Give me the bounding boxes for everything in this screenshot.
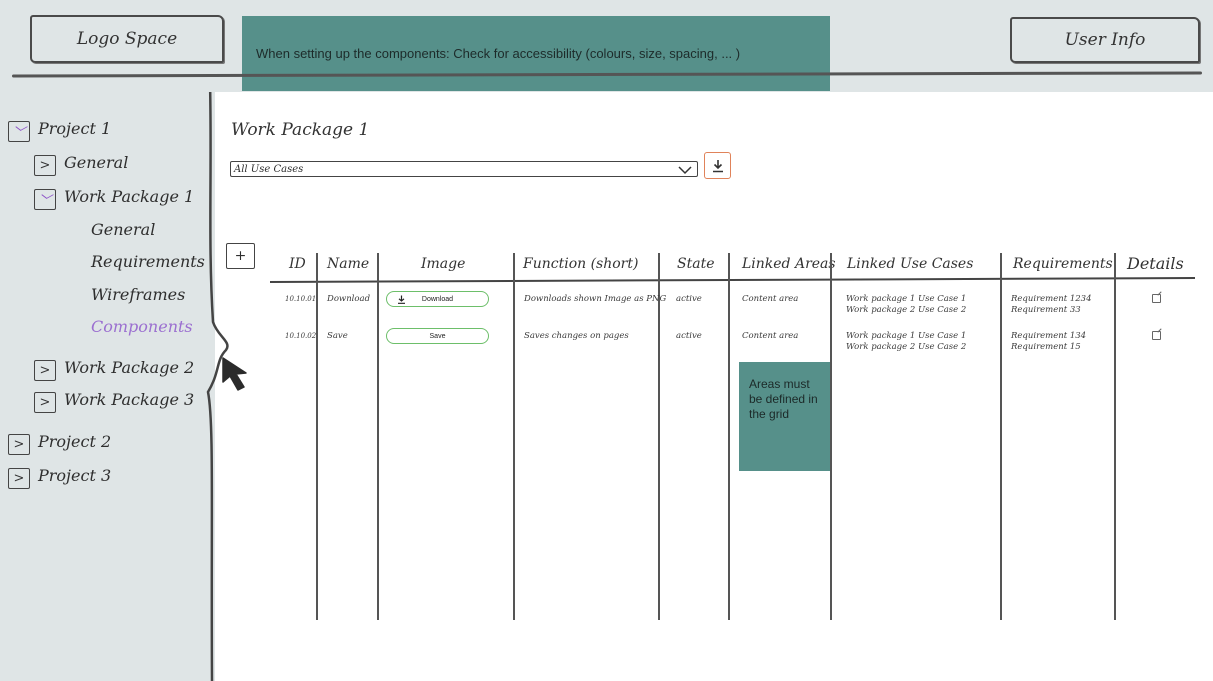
column-divider <box>1114 253 1116 620</box>
cell-function: Downloads shown Image as PNG <box>524 294 667 304</box>
column-divider <box>830 253 832 620</box>
cell-name: Download <box>327 294 371 304</box>
cell-state: active <box>676 331 702 341</box>
cell-id: 10.10.02 <box>285 332 317 340</box>
column-header-linked-use-cases[interactable]: Linked Use Cases <box>847 256 973 272</box>
sidebar-item-label: Work Package 1 <box>64 187 195 206</box>
sidebar-item-label: Components <box>91 317 193 336</box>
annotation-note: Areas must be defined in the grid <box>739 362 830 471</box>
download-icon <box>398 295 405 304</box>
chevron-down-icon[interactable]: ﹀ <box>8 121 30 142</box>
sidebar-item-requirements[interactable]: Requirements <box>91 252 205 271</box>
column-divider <box>316 253 318 620</box>
user-info-button[interactable]: User Info <box>1010 17 1200 63</box>
chevron-right-icon[interactable]: > <box>8 434 30 455</box>
column-header-linked-areas[interactable]: Linked Areas <box>742 256 836 272</box>
add-component-button[interactable]: + <box>226 243 255 269</box>
download-icon <box>712 159 723 172</box>
cell-id: 10.10.01 <box>285 295 317 303</box>
chevron-right-icon[interactable]: > <box>8 468 30 489</box>
mouse-cursor-icon <box>222 357 247 391</box>
page-title: Work Package 1 <box>231 120 370 140</box>
chevron-right-icon[interactable]: > <box>34 360 56 381</box>
external-link-icon[interactable] <box>1152 331 1161 340</box>
cell-linked-areas: Content area <box>742 331 799 341</box>
sidebar-item-label: General <box>91 220 156 239</box>
accessibility-banner: When setting up the components: Check fo… <box>242 16 830 91</box>
cell-use-case[interactable]: Work package 1 Use Case 1 <box>846 294 966 305</box>
column-divider <box>377 253 379 620</box>
table-header-divider <box>270 276 1196 284</box>
chevron-right-icon[interactable]: > <box>34 392 56 413</box>
column-header-function[interactable]: Function (short) <box>523 256 638 272</box>
chevron-down-icon[interactable] <box>677 164 693 176</box>
cell-requirement[interactable]: Requirement 134 <box>1011 331 1086 342</box>
external-link-icon[interactable] <box>1152 294 1161 303</box>
sidebar-item-label: Project 3 <box>38 466 112 485</box>
sidebar-edge-line <box>206 92 229 681</box>
logo[interactable]: Logo Space <box>30 15 224 63</box>
save-component-preview[interactable]: Save <box>386 328 489 344</box>
cell-function: Saves changes on pages <box>524 331 629 341</box>
header-bar: Logo Space When setting up the component… <box>0 0 1213 92</box>
sidebar-item-label: Wireframes <box>91 285 186 304</box>
download-button[interactable] <box>704 152 731 179</box>
cell-requirement[interactable]: Requirement 15 <box>1011 342 1081 353</box>
cell-state: active <box>676 294 702 304</box>
column-header-details[interactable]: Details <box>1127 254 1184 273</box>
sidebar-item-wireframes[interactable]: Wireframes <box>91 285 185 304</box>
sidebar: ﹀ Project 1 > General ﹀ Work Package 1 G… <box>0 92 229 681</box>
cell-requirement[interactable]: Requirement 33 <box>1011 305 1081 316</box>
download-component-preview[interactable]: Download <box>386 291 489 307</box>
sidebar-item-label: Requirements <box>91 252 205 271</box>
pill-label: Save <box>429 332 446 340</box>
column-header-state[interactable]: State <box>677 256 714 272</box>
cell-requirement[interactable]: Requirement 1234 <box>1011 294 1091 305</box>
sidebar-item-label: Work Package 2 <box>64 358 195 377</box>
cell-linked-areas: Content area <box>742 294 799 304</box>
use-case-filter-select[interactable]: All Use Cases <box>230 161 698 177</box>
column-header-name[interactable]: Name <box>327 256 369 272</box>
cell-name: Save <box>327 331 348 341</box>
column-divider <box>1000 253 1002 620</box>
sidebar-item-label: Project 2 <box>38 432 112 451</box>
chevron-down-icon[interactable]: ﹀ <box>34 189 56 210</box>
cell-use-case[interactable]: Work package 2 Use Case 2 <box>846 342 966 353</box>
column-divider <box>513 253 515 620</box>
chevron-right-icon[interactable]: > <box>34 155 56 176</box>
sidebar-item-components[interactable]: Components <box>91 317 193 336</box>
cell-use-case[interactable]: Work package 2 Use Case 2 <box>846 305 966 316</box>
column-header-image[interactable]: Image <box>421 256 465 272</box>
column-divider <box>728 253 730 620</box>
cell-use-case[interactable]: Work package 1 Use Case 1 <box>846 331 966 342</box>
sidebar-item-label: Work Package 3 <box>64 390 195 409</box>
sidebar-item-label: General <box>64 153 129 172</box>
column-divider <box>658 253 660 620</box>
sidebar-item-wp-general[interactable]: General <box>91 220 155 239</box>
column-header-requirements[interactable]: Requirements <box>1013 256 1113 272</box>
column-header-id[interactable]: ID <box>289 256 306 272</box>
sidebar-item-label: Project 1 <box>38 119 112 138</box>
pill-label: Download <box>421 295 454 303</box>
